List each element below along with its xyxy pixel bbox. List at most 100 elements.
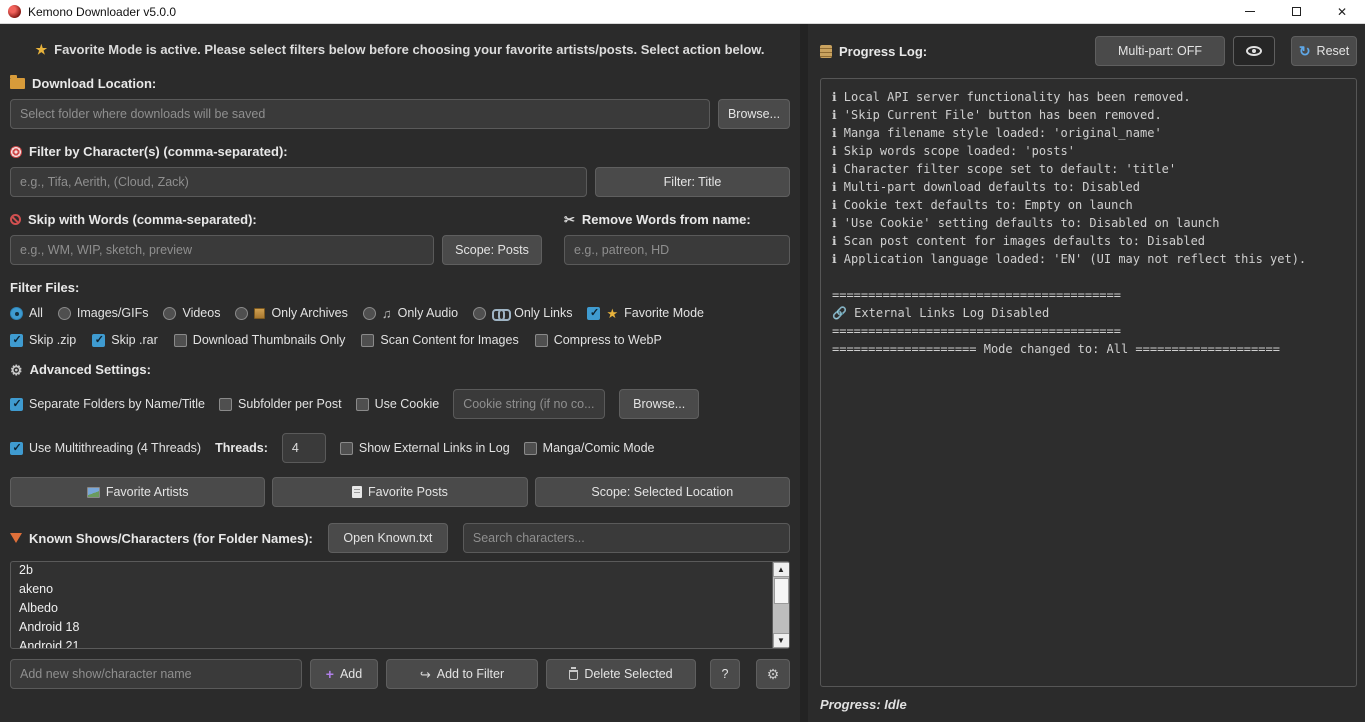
multipart-label: Multi-part: OFF — [1118, 44, 1202, 58]
right-panel: Progress Log: Multi-part: OFF ↻ Reset ℹ … — [808, 24, 1365, 722]
checkbox-indicator — [535, 334, 548, 347]
reset-label: Reset — [1317, 44, 1350, 58]
add-to-filter-label: Add to Filter — [437, 667, 504, 681]
radio-all[interactable]: All — [10, 306, 43, 320]
checkbox-indicator — [174, 334, 187, 347]
checkbox-compress-webp[interactable]: Compress to WebP — [535, 333, 662, 347]
list-item[interactable]: akeno — [11, 581, 789, 600]
radio-label: Images/GIFs — [77, 306, 149, 320]
radio-only-archives[interactable]: Only Archives — [235, 306, 347, 320]
checkbox-indicator — [361, 334, 374, 347]
log-line: ==================== Mode changed to: Al… — [832, 340, 1345, 358]
checkbox-show-external-links[interactable]: Show External Links in Log — [340, 441, 510, 455]
download-location-label-row: Download Location: — [10, 76, 790, 91]
list-item[interactable]: Albedo — [11, 600, 789, 619]
favorite-artists-button[interactable]: Favorite Artists — [10, 477, 265, 507]
reset-icon: ↻ — [1299, 44, 1311, 58]
delete-selected-label: Delete Selected — [584, 667, 672, 681]
advanced-settings-label-row: ⚙ Advanced Settings: — [10, 362, 790, 377]
character-filter-row: Filter: Title — [10, 167, 790, 197]
favorite-posts-button[interactable]: Favorite Posts — [272, 477, 527, 507]
checkbox-indicator — [356, 398, 369, 411]
progress-log-label: Progress Log: — [839, 44, 927, 59]
titlebar: Kemono Downloader v5.0.0 ✕ — [0, 0, 1365, 24]
skip-words-input[interactable] — [10, 235, 434, 265]
panel-splitter[interactable] — [800, 24, 808, 722]
filter-scope-button[interactable]: Filter: Title — [595, 167, 790, 197]
close-button[interactable]: ✕ — [1319, 0, 1365, 24]
maximize-icon — [1292, 7, 1301, 16]
browse-download-button[interactable]: Browse... — [718, 99, 790, 129]
minimize-button[interactable] — [1227, 0, 1273, 24]
reset-button[interactable]: ↻ Reset — [1291, 36, 1357, 66]
list-item[interactable]: Android 18 — [11, 619, 789, 638]
checkbox-thumbnails-only[interactable]: Download Thumbnails Only — [174, 333, 346, 347]
checkbox-manga-mode[interactable]: Manga/Comic Mode — [524, 441, 655, 455]
list-item[interactable]: 2b — [11, 562, 789, 581]
radio-images-gifs[interactable]: Images/GIFs — [58, 306, 149, 320]
checkbox-favorite-mode[interactable]: ★ Favorite Mode — [587, 306, 704, 320]
character-filter-input[interactable] — [10, 167, 587, 197]
settings-button[interactable]: ⚙ — [756, 659, 790, 689]
checkbox-indicator — [10, 398, 23, 411]
log-header: Progress Log: Multi-part: OFF ↻ Reset — [820, 36, 1357, 66]
add-character-input[interactable] — [10, 659, 302, 689]
radio-only-audio[interactable]: ♫ Only Audio — [363, 306, 458, 320]
favorite-mode-banner: ★ Favorite Mode is active. Please select… — [10, 42, 790, 57]
checkbox-label: Subfolder per Post — [238, 397, 342, 411]
log-line: ℹ Application language loaded: 'EN' (UI … — [832, 250, 1345, 268]
download-location-label: Download Location: — [32, 76, 156, 91]
remove-words-input[interactable] — [564, 235, 790, 265]
advanced-row-2: Use Multithreading (4 Threads) Threads: … — [10, 433, 790, 463]
action-buttons-row: Favorite Artists Favorite Posts Scope: S… — [10, 477, 790, 507]
list-scrollbar[interactable]: ▲ ▼ — [772, 562, 789, 648]
filter-files-label: Filter Files: — [10, 280, 790, 295]
checkbox-skip-rar[interactable]: Skip .rar — [92, 333, 158, 347]
log-line: ℹ 'Skip Current File' button has been re… — [832, 106, 1345, 124]
download-location-input[interactable] — [10, 99, 710, 129]
scroll-down-button[interactable]: ▼ — [773, 633, 790, 648]
remove-words-label-row: ✂ Remove Words from name: — [564, 212, 790, 227]
log-line: ℹ Scan post content for images defaults … — [832, 232, 1345, 250]
checkbox-scan-content[interactable]: Scan Content for Images — [361, 333, 518, 347]
star-icon: ★ — [35, 43, 47, 56]
radio-videos[interactable]: Videos — [163, 306, 220, 320]
advanced-row-1: Separate Folders by Name/Title Subfolder… — [10, 389, 790, 419]
checkbox-subfolder-per-post[interactable]: Subfolder per Post — [219, 397, 342, 411]
add-to-filter-button[interactable]: ↪ Add to Filter — [386, 659, 538, 689]
eye-icon — [1246, 46, 1262, 56]
browse-cookie-button[interactable]: Browse... — [619, 389, 699, 419]
checkbox-label: Show External Links in Log — [359, 441, 510, 455]
checkbox-use-cookie[interactable]: Use Cookie — [356, 397, 440, 411]
add-button[interactable]: + Add — [310, 659, 378, 689]
radio-indicator — [473, 307, 486, 320]
checkbox-label: Skip .zip — [29, 333, 76, 347]
cookie-string-input[interactable] — [453, 389, 605, 419]
favorite-scope-button[interactable]: Scope: Selected Location — [535, 477, 790, 507]
log-visibility-button[interactable] — [1233, 36, 1275, 66]
known-label: Known Shows/Characters (for Folder Names… — [29, 531, 313, 546]
scroll-up-button[interactable]: ▲ — [773, 562, 790, 577]
radio-only-links[interactable]: Only Links — [473, 306, 572, 320]
help-button[interactable]: ? — [710, 659, 740, 689]
known-characters-list[interactable]: 2b akeno Albedo Android 18 Android 21 ▲ … — [10, 561, 790, 649]
threads-input[interactable] — [282, 433, 326, 463]
skip-remove-labels-row: Skip with Words (comma-separated): ✂ Rem… — [10, 212, 790, 227]
scrollbar-thumb[interactable] — [774, 578, 789, 604]
progress-log-area[interactable]: ℹ Local API server functionality has bee… — [820, 78, 1357, 687]
left-panel: ★ Favorite Mode is active. Please select… — [0, 24, 800, 722]
delete-selected-button[interactable]: Delete Selected — [546, 659, 696, 689]
search-characters-input[interactable] — [463, 523, 790, 553]
skip-scope-button[interactable]: Scope: Posts — [442, 235, 542, 265]
checkbox-separate-folders[interactable]: Separate Folders by Name/Title — [10, 397, 205, 411]
list-item[interactable]: Android 21 — [11, 638, 789, 649]
multipart-toggle-button[interactable]: Multi-part: OFF — [1095, 36, 1225, 66]
open-known-txt-button[interactable]: Open Known.txt — [328, 523, 448, 553]
progress-status: Progress: Idle — [820, 697, 1357, 712]
radio-label: Only Archives — [271, 306, 347, 320]
checkbox-multithreading[interactable]: Use Multithreading (4 Threads) — [10, 441, 201, 455]
maximize-button[interactable] — [1273, 0, 1319, 24]
radio-label: Only Links — [514, 306, 572, 320]
checkbox-skip-zip[interactable]: Skip .zip — [10, 333, 76, 347]
log-line: ℹ Character filter scope set to default:… — [832, 160, 1345, 178]
